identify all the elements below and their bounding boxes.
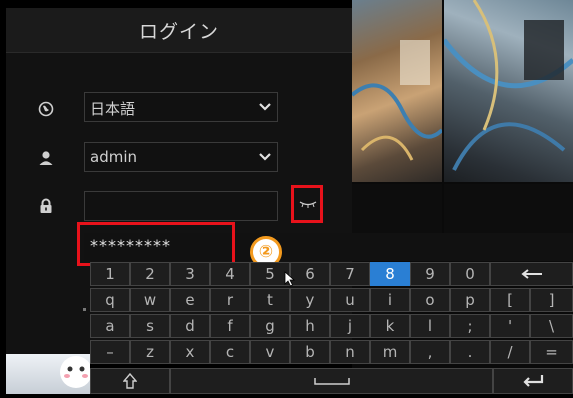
key-o[interactable]: o [410, 288, 450, 312]
key-3[interactable]: 3 [170, 262, 210, 286]
lock-icon [38, 198, 54, 214]
key-u[interactable]: u [330, 288, 370, 312]
shift-key[interactable] [90, 368, 170, 394]
key-c[interactable]: c [210, 340, 250, 364]
key-k[interactable]: k [370, 314, 410, 338]
password-field[interactable] [84, 191, 278, 221]
backspace-key[interactable] [490, 262, 573, 286]
key-n[interactable]: n [330, 340, 370, 364]
key-f[interactable]: f [210, 314, 250, 338]
key-r[interactable]: r [210, 288, 250, 312]
key-j[interactable]: j [330, 314, 370, 338]
key-2[interactable]: 2 [130, 262, 170, 286]
user-icon [38, 150, 54, 166]
camera-tile-2 [444, 0, 573, 182]
key-g[interactable]: g [250, 314, 290, 338]
language-value: 日本語 [90, 100, 136, 118]
key-symbol-9[interactable]: . [450, 340, 490, 364]
key-8[interactable]: 8 [370, 262, 410, 286]
login-header: ログイン [6, 8, 352, 53]
key-p[interactable]: p [450, 288, 490, 312]
camera-tile-3 [352, 184, 442, 234]
show-password-toggle[interactable] [291, 185, 323, 223]
mascot-image [6, 354, 92, 394]
key-e[interactable]: e [170, 288, 210, 312]
space-icon [313, 378, 350, 385]
eye-closed-icon [299, 201, 317, 208]
virtual-keyboard: 1 2 3 4 5 6 7 8 9 0 q w e r t y u i o p[] a s d f g h j k l; ' \ – z x c v b… [90, 262, 573, 394]
key-b[interactable]: b [290, 340, 330, 364]
key-t[interactable]: t [250, 288, 290, 312]
key-m[interactable]: m [370, 340, 410, 364]
username-value: admin [90, 148, 137, 166]
shift-icon [123, 373, 137, 389]
divider-dot [83, 308, 86, 311]
key-9[interactable]: 9 [410, 262, 450, 286]
key-d[interactable]: d [170, 314, 210, 338]
key-symbol-10[interactable]: [ [490, 288, 530, 312]
key-i[interactable]: i [370, 288, 410, 312]
key-x[interactable]: x [170, 340, 210, 364]
key-w[interactable]: w [130, 288, 170, 312]
key-q[interactable]: q [90, 288, 130, 312]
mouse-cursor-icon [284, 271, 296, 287]
key-7[interactable]: 7 [330, 262, 370, 286]
language-select[interactable]: 日本語 [84, 92, 278, 122]
key-0[interactable]: 0 [450, 262, 490, 286]
key-y[interactable]: y [290, 288, 330, 312]
key-symbol-11[interactable]: = [530, 340, 573, 364]
login-title: ログイン [138, 21, 219, 43]
backspace-icon [520, 269, 542, 279]
key-a[interactable]: a [90, 314, 130, 338]
username-select[interactable]: admin [84, 142, 278, 172]
chevron-down-icon [259, 103, 271, 111]
key-s[interactable]: s [130, 314, 170, 338]
key-1[interactable]: 1 [90, 262, 130, 286]
key-l[interactable]: l [410, 314, 450, 338]
key-symbol-11[interactable]: ] [530, 288, 573, 312]
key-symbol-10[interactable]: / [490, 340, 530, 364]
camera-tile-4 [444, 184, 573, 234]
camera-tile-1 [352, 0, 442, 182]
key-4[interactable]: 4 [210, 262, 250, 286]
key-symbol-9[interactable]: ; [450, 314, 490, 338]
chevron-down-icon [259, 153, 271, 161]
key-6[interactable]: 6 [290, 262, 330, 286]
globe-icon [38, 101, 54, 117]
key-h[interactable]: h [290, 314, 330, 338]
key-z[interactable]: z [130, 340, 170, 364]
enter-icon [523, 375, 544, 387]
enter-key[interactable] [493, 368, 573, 394]
password-highlight-box [77, 222, 235, 266]
key-symbol-8[interactable]: , [410, 340, 450, 364]
key-v[interactable]: v [250, 340, 290, 364]
space-key[interactable] [170, 368, 493, 394]
key-symbol-10[interactable]: ' [490, 314, 530, 338]
key-symbol-11[interactable]: \ [530, 314, 573, 338]
key-symbol-0[interactable]: – [90, 340, 130, 364]
